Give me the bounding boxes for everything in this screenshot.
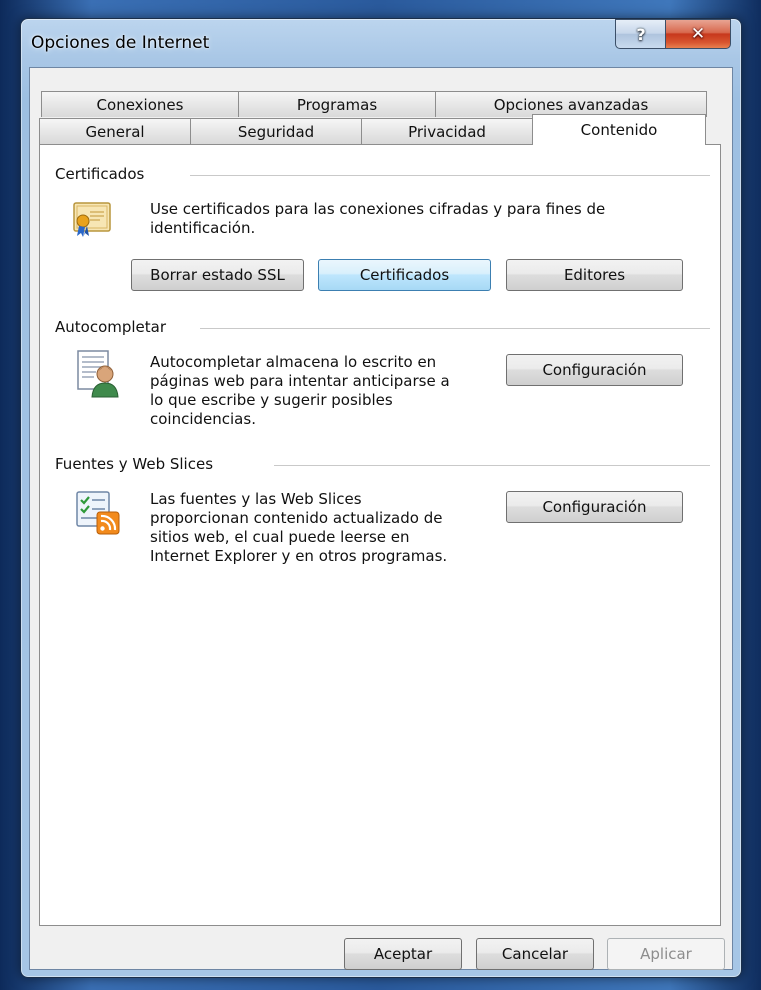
certificados-divider [190,175,710,176]
fuentes-divider [274,465,710,466]
autocompletar-group-label: Autocompletar [55,318,171,336]
window-title: Opciones de Internet [31,33,210,53]
internet-options-dialog: Opciones de Internet ? ✕ Conexiones Prog… [20,18,742,978]
certificados-description-line2: identificación. [150,219,256,237]
aplicar-button[interactable]: Aplicar [607,938,725,970]
autocompletar-desc-line2: páginas web para intentar anticiparse a [150,372,450,390]
close-icon: ✕ [690,24,706,44]
certificados-group-label: Certificados [55,165,149,183]
tab-privacidad[interactable]: Privacidad [361,118,533,144]
tab-general[interactable]: General [39,118,191,144]
fuentes-desc-line4: Internet Explorer y en otros programas. [150,547,448,565]
autocompletar-desc-line4: coincidencias. [150,410,256,428]
editores-button[interactable]: Editores [506,259,683,291]
dialog-client-area: Conexiones Programas Opciones avanzadas … [29,67,733,970]
autocompletar-desc-line3: lo que escribe y sugerir posibles [150,391,393,409]
certificados-button[interactable]: Certificados [318,259,491,291]
certificados-description-line1: Use certificados para las conexiones cif… [150,200,606,218]
autocompletar-desc-line1: Autocompletar almacena lo escrito en [150,353,437,371]
help-button[interactable]: ? [615,19,667,49]
fuentes-desc-line3: sitios web, el cual puede leerse en [150,528,410,546]
fuentes-desc-line1: Las fuentes y las Web Slices [150,490,362,508]
borrar-estado-ssl-button[interactable]: Borrar estado SSL [131,259,304,291]
content-tab-panel: Certificados Use certificados para las c… [39,144,721,926]
autocomplete-user-icon [77,350,119,398]
fuentes-group-label: Fuentes y Web Slices [55,455,218,473]
fuentes-desc-line2: proporcionan contenido actualizado de [150,509,443,527]
aceptar-button[interactable]: Aceptar [344,938,462,970]
feeds-icon [76,491,120,535]
close-button[interactable]: ✕ [665,19,731,49]
tab-contenido[interactable]: Contenido [532,114,706,145]
tab-conexiones[interactable]: Conexiones [41,91,239,117]
tab-seguridad[interactable]: Seguridad [190,118,362,144]
help-icon: ? [636,24,646,44]
fuentes-configuracion-button[interactable]: Configuración [506,491,683,523]
tab-programas[interactable]: Programas [238,91,436,117]
autocompletar-configuracion-button[interactable]: Configuración [506,354,683,386]
autocompletar-divider [200,328,710,329]
certificate-icon [73,202,111,237]
cancelar-button[interactable]: Cancelar [476,938,594,970]
